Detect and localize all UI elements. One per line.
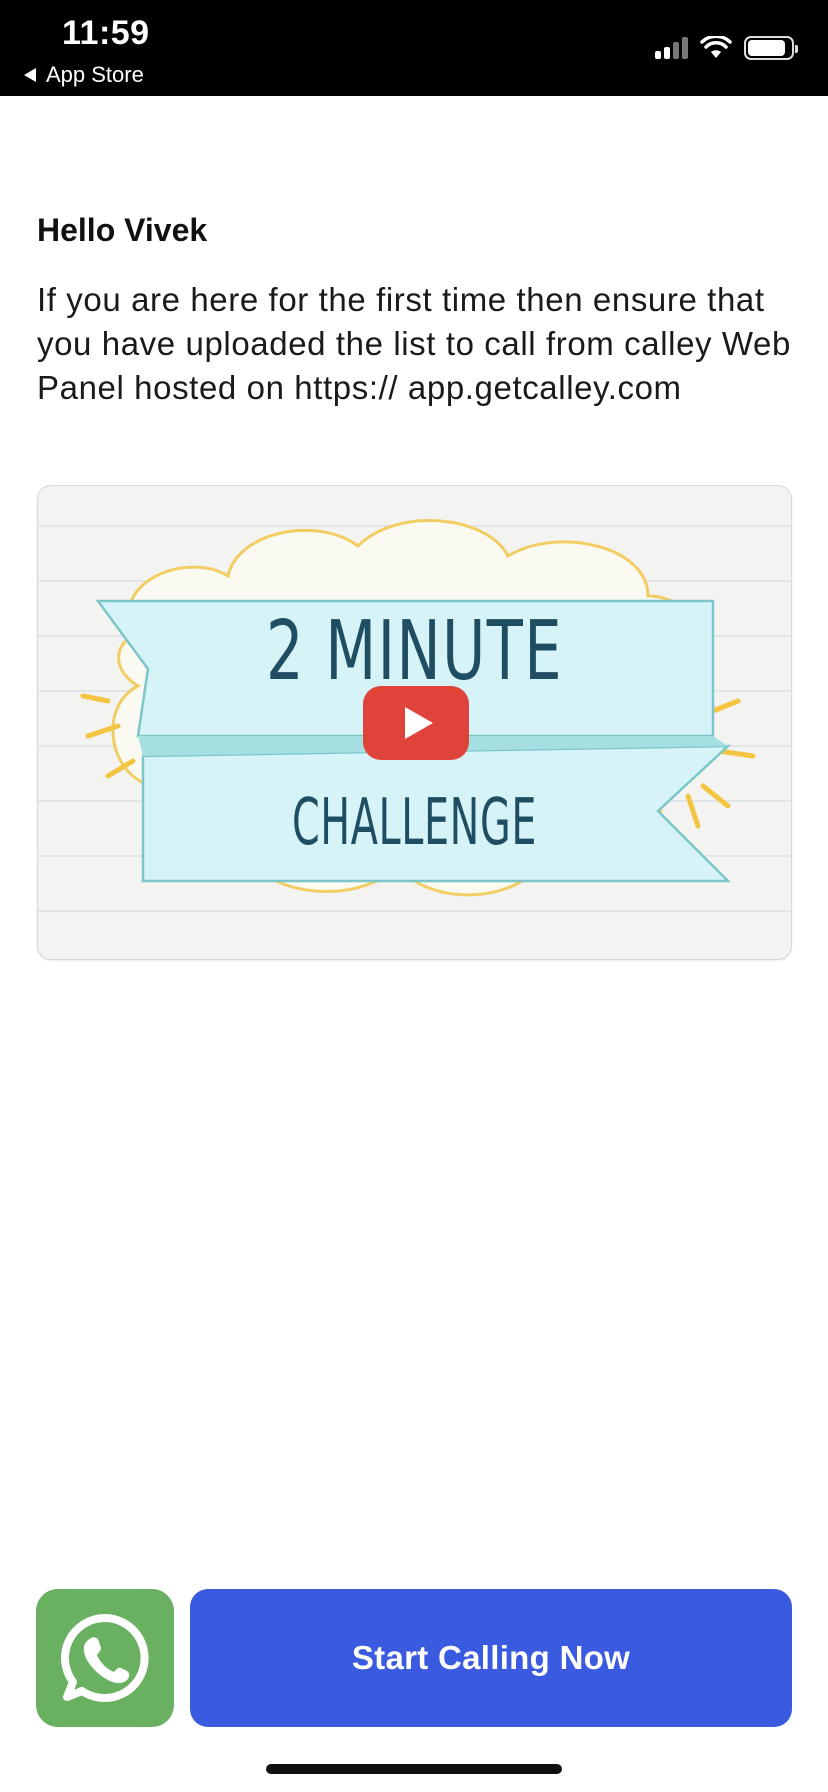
home-indicator	[266, 1764, 562, 1774]
greeting-heading: Hello Vivek	[37, 212, 208, 248]
video-thumbnail[interactable]: 2 MINUTE CHALLENGE	[37, 485, 792, 960]
intro-text: If you are here for the first time then …	[37, 281, 791, 406]
cellular-signal-icon	[655, 37, 688, 59]
status-time: 11:59	[62, 14, 150, 52]
back-link-label: App Store	[46, 62, 144, 87]
play-button[interactable]	[363, 686, 469, 760]
back-to-app-store-link[interactable]: App Store	[24, 62, 144, 88]
play-icon	[405, 707, 433, 739]
wifi-icon	[700, 36, 732, 58]
back-caret-icon	[24, 68, 36, 82]
status-icons	[655, 36, 798, 60]
start-calling-button[interactable]: Start Calling Now	[190, 1589, 792, 1727]
video-title-line2: CHALLENGE	[291, 786, 538, 860]
whatsapp-button[interactable]	[36, 1589, 174, 1727]
status-bar: 11:59 App Store	[0, 0, 828, 96]
battery-icon	[744, 36, 798, 60]
video-title-line1: 2 MINUTE	[266, 604, 563, 699]
whatsapp-icon	[61, 1614, 149, 1702]
